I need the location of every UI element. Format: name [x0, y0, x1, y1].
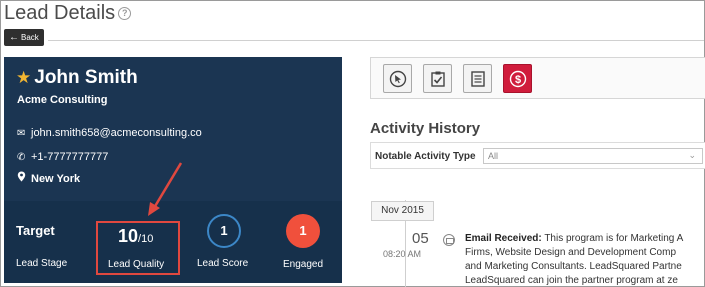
- lead-quality-number: 10: [118, 226, 139, 246]
- back-button-label: Back: [21, 33, 39, 42]
- lead-name-text: John Smith: [34, 67, 138, 88]
- activity-time: 08:20 AM: [383, 249, 422, 259]
- lead-quality-highlight: 10/10 Lead Quality: [96, 221, 180, 275]
- envelope-icon: ✉: [17, 128, 26, 139]
- activity-entry-line: Email Received: This program is for Mark…: [465, 232, 705, 246]
- activity-entry[interactable]: Email Received: This program is for Mark…: [465, 232, 705, 287]
- lead-stage-value: Target: [16, 223, 55, 238]
- star-icon[interactable]: ★: [16, 68, 31, 87]
- back-button[interactable]: ← Back: [4, 29, 44, 46]
- activity-filter-label: Notable Activity Type: [375, 151, 476, 162]
- activity-entry-text: This program is for Marketing A: [541, 233, 684, 244]
- phone-icon: ✆: [17, 152, 26, 163]
- svg-text:$: $: [514, 74, 520, 86]
- activity-entry-line: LeadSquared can join the partner program…: [465, 275, 678, 286]
- phone-row: ✆ +1-7777777777: [17, 151, 108, 163]
- activity-type-value: All: [488, 151, 499, 161]
- action-toolbar: $: [370, 57, 705, 99]
- lead-quality-max: /10: [138, 233, 154, 245]
- lead-phone[interactable]: +1-7777777777: [31, 151, 108, 163]
- engaged-badge: 1: [286, 214, 320, 248]
- task-button[interactable]: [423, 64, 452, 93]
- lead-score-badge: 1: [207, 214, 241, 248]
- email-activity-icon: [443, 234, 455, 246]
- activity-entry-title: Email Received:: [465, 233, 542, 244]
- location-pin-icon: [17, 171, 31, 185]
- lead-card: ★ John Smith Acme Consulting ✉ john.smith6…: [4, 57, 342, 283]
- cursor-icon: [389, 70, 406, 87]
- header-divider: [48, 40, 704, 41]
- notes-button[interactable]: [463, 64, 492, 93]
- opportunity-button[interactable]: $: [503, 64, 532, 93]
- page-title: Lead Details?: [4, 2, 132, 25]
- task-checklist-icon: [430, 71, 445, 87]
- lead-name: ★ John Smith: [16, 67, 138, 89]
- lead-location: New York: [31, 173, 81, 185]
- activity-type-select[interactable]: All ⌄: [483, 148, 703, 164]
- lead-score-label: Lead Score: [197, 258, 249, 269]
- activity-filter-bar: Notable Activity Type All ⌄: [370, 142, 705, 169]
- activity-entry-line: and Marketing Consultants. LeadSquared P…: [465, 261, 682, 272]
- lead-email[interactable]: john.smith658@acmeconsulting.co: [31, 127, 202, 139]
- arrow-left-icon: ←: [9, 32, 19, 43]
- lead-company: Acme Consulting: [17, 94, 108, 106]
- lead-metrics-bar: Target Lead Stage 10/10 Lead Quality 1 L…: [4, 201, 342, 283]
- activity-day: 05: [412, 230, 429, 247]
- notes-icon: [470, 70, 485, 87]
- activity-history-title: Activity History: [370, 120, 481, 137]
- page-title-text: Lead Details: [4, 2, 116, 24]
- dollar-icon: $: [509, 70, 526, 87]
- activity-entry-line: Firms, Website Design and Development Co…: [465, 247, 677, 258]
- lead-quality-label: Lead Quality: [108, 259, 165, 270]
- email-row: ✉ john.smith658@acmeconsulting.co: [17, 127, 202, 139]
- timeline-month: Nov 2015: [371, 201, 434, 221]
- cursor-button[interactable]: [383, 64, 412, 93]
- help-icon[interactable]: ?: [118, 7, 132, 20]
- location-row: New York: [17, 171, 80, 185]
- engaged-label: Engaged: [283, 259, 324, 270]
- lead-quality-value: 10/10: [118, 226, 153, 247]
- chevron-down-icon: ⌄: [688, 150, 696, 160]
- lead-stage-label: Lead Stage: [16, 258, 68, 269]
